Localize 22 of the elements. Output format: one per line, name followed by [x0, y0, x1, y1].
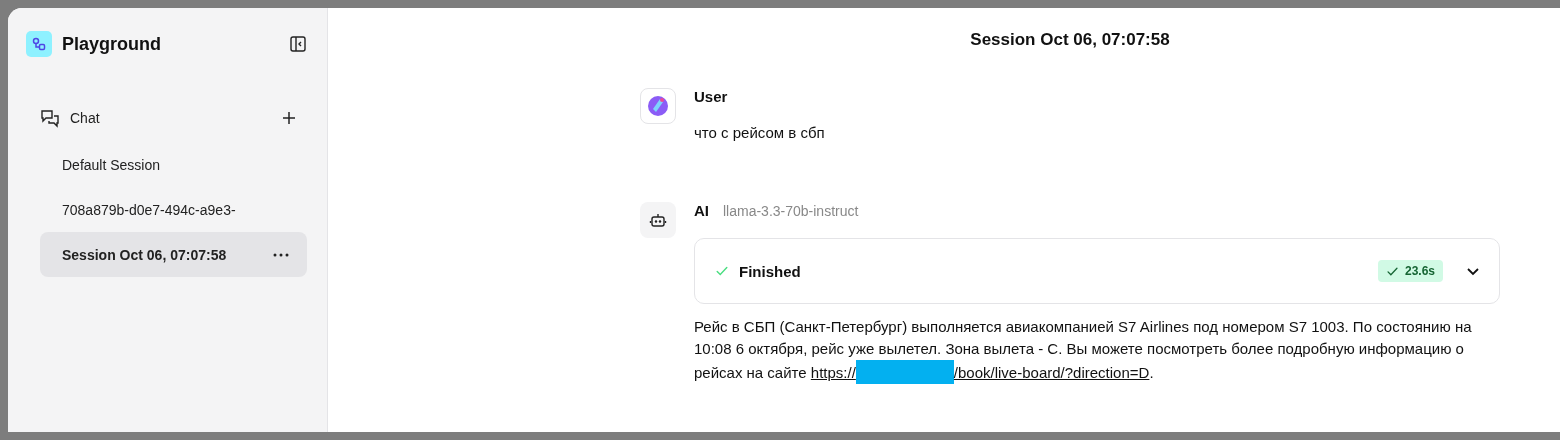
robot-icon: [649, 211, 667, 229]
add-button[interactable]: [281, 110, 297, 126]
chat-bubbles-icon: [40, 108, 60, 128]
collapse-sidebar-button[interactable]: [289, 35, 307, 53]
session-item[interactable]: Session Oct 06, 07:07:58: [40, 232, 307, 277]
session-title: Session Oct 06, 07:07:58: [969, 30, 1171, 50]
session-item[interactable]: Default Session: [40, 142, 307, 187]
section-label: Chat: [70, 110, 101, 126]
avatar-picture-icon: [647, 95, 669, 117]
app-title: Playground: [62, 33, 162, 55]
message-text: что с рейсом в сбп: [694, 123, 826, 143]
more-icon[interactable]: [273, 252, 289, 257]
status-label: Finished: [739, 262, 802, 280]
message-text: Рейс в СБП (Санкт-Петербург) выполняется авиакомпанией S7 Airlines под номером S7 1003. По состоянию на 10:08 6 октября, рейс уже вылетел. Зона вылета - С. Вы можете посмотреть более подробную информацию о рейсах на сайте https:// /book/live-board/?direction=D.: [694, 316, 1500, 384]
model-name: llama-3.3-70b-instruct: [723, 203, 859, 219]
check-icon: [715, 264, 729, 278]
author-name: User: [694, 88, 728, 105]
author-name: AI: [694, 202, 709, 219]
duration-text: 23.6s: [1404, 264, 1435, 278]
session-item[interactable]: 708a879b-d0e7-494c-a9e3-: [40, 187, 307, 232]
logo-icon: [26, 31, 52, 57]
link[interactable]: https:// /book/live-board/?direction=D: [810, 364, 1150, 381]
